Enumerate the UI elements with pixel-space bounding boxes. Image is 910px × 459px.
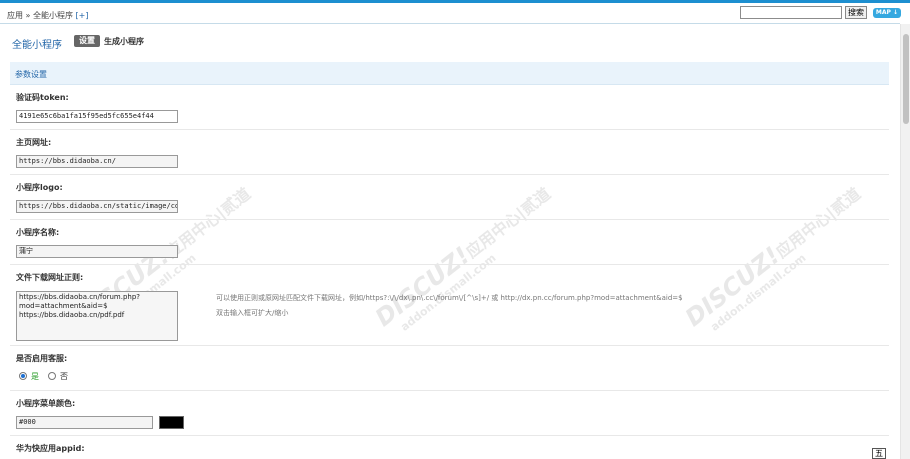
homepage-label: 主页网址: — [16, 138, 52, 147]
menu-color-label: 小程序菜单颜色: — [16, 399, 76, 408]
watermark: DISCUZ!应用中心|贰道 addon.dismall.com — [370, 179, 563, 343]
logo-label: 小程序logo: — [16, 183, 63, 192]
arrow-down-icon: ↓ — [890, 9, 899, 16]
watermark: DISCUZ!应用中心|贰道 addon.dismall.com — [680, 179, 873, 343]
divider — [10, 435, 889, 436]
breadcrumb: 应用 » 全能小程序 [+] — [7, 10, 89, 21]
section-header: 参数设置 — [10, 62, 889, 85]
vertical-scrollbar[interactable] — [900, 24, 910, 459]
radio-support-yes[interactable] — [19, 372, 27, 380]
download-label: 文件下载网址正则: — [16, 273, 84, 282]
map-button-label: MAP — [875, 9, 891, 16]
token-input[interactable]: 4191e65c6ba1fa15f95ed5fc655e4f44 — [16, 110, 178, 123]
section-title: 参数设置 — [15, 70, 47, 79]
breadcrumb-separator: » — [25, 11, 31, 20]
page-title: 全能小程序 — [12, 40, 62, 51]
divider — [10, 219, 889, 220]
radio-support-no[interactable] — [48, 372, 56, 380]
divider — [10, 129, 889, 130]
search-input[interactable] — [740, 6, 842, 19]
divider — [10, 174, 889, 175]
radio-support-no-label[interactable]: 否 — [60, 371, 68, 382]
radio-support-yes-label[interactable]: 是 — [31, 371, 39, 382]
divider — [10, 390, 889, 391]
top-bar: 应用 » 全能小程序 [+] 搜索 MAP ↓ — [0, 3, 901, 24]
tab-settings[interactable]: 设置 — [74, 35, 100, 47]
tab-generate[interactable]: 生成小程序 — [104, 36, 144, 47]
map-button[interactable]: MAP ↓ — [873, 8, 901, 18]
menu-color-swatch[interactable] — [159, 416, 184, 429]
scrollbar-thumb[interactable] — [903, 34, 909, 124]
divider — [10, 264, 889, 265]
name-input[interactable]: 蒲宁 — [16, 245, 178, 258]
menu-color-input[interactable]: #000 — [16, 416, 153, 429]
breadcrumb-page-link[interactable]: 全能小程序 — [33, 11, 73, 20]
huawei-appid-label: 华为快应用appid: — [16, 444, 85, 453]
download-hint: 可以使用正则或原网址匹配文件下载网址，例如/https?:\/\/dx\.pn\… — [216, 294, 683, 302]
search-button[interactable]: 搜索 — [845, 6, 867, 19]
homepage-input[interactable]: https://bbs.didaoba.cn/ — [16, 155, 178, 168]
name-label: 小程序名称: — [16, 228, 60, 237]
breadcrumb-app-link[interactable]: 应用 — [7, 11, 23, 20]
corner-button[interactable]: 五 — [872, 448, 886, 459]
download-textarea[interactable]: https://bbs.didaoba.cn/forum.php? mod=at… — [16, 291, 178, 341]
logo-input[interactable]: https://bbs.didaoba.cn/static/image/com — [16, 200, 178, 213]
support-label: 是否启用客服: — [16, 354, 68, 363]
token-label: 验证码token: — [16, 93, 69, 102]
divider — [10, 345, 889, 346]
download-hint-resize: 双击输入框可扩大/缩小 — [216, 309, 289, 317]
add-favorite-link[interactable]: [+] — [76, 11, 89, 20]
